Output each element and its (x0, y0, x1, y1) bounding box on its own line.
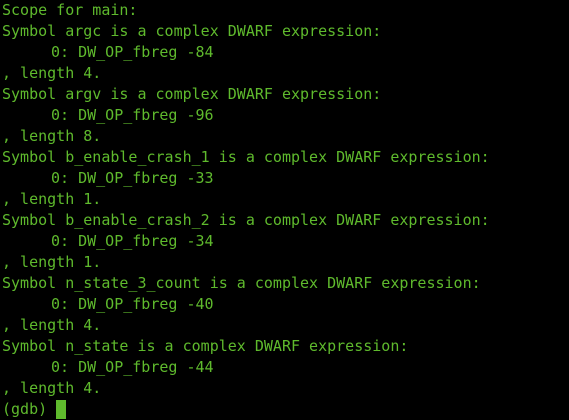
output-line: 0: DW_OP_fbreg -84 (51, 43, 214, 61)
output-line: Symbol n_state_3_count is a complex DWAR… (2, 274, 481, 292)
terminal-window[interactable]: Scope for main: Symbol argc is a complex… (0, 0, 569, 419)
output-line: 0: DW_OP_fbreg -96 (51, 106, 214, 124)
output-line: Symbol argc is a complex DWARF expressio… (2, 22, 382, 40)
output-line: Symbol b_enable_crash_1 is a complex DWA… (2, 148, 490, 166)
output-line: , length 4. (2, 64, 102, 82)
output-line: Symbol b_enable_crash_2 is a complex DWA… (2, 211, 490, 229)
output-line: Scope for main: (2, 1, 138, 19)
output-line: , length 8. (2, 127, 102, 145)
output-line: 0: DW_OP_fbreg -34 (51, 232, 214, 250)
output-line: , length 4. (2, 379, 102, 397)
output-line: 0: DW_OP_fbreg -40 (51, 295, 214, 313)
output-line: , length 1. (2, 190, 102, 208)
output-line: Symbol argv is a complex DWARF expressio… (2, 85, 382, 103)
output-line: 0: DW_OP_fbreg -33 (51, 169, 214, 187)
output-line: , length 4. (2, 316, 102, 334)
output-line: 0: DW_OP_fbreg -44 (51, 358, 214, 376)
text-cursor (56, 400, 67, 419)
output-line: Symbol n_state is a complex DWARF expres… (2, 337, 409, 355)
output-line: , length 1. (2, 253, 102, 271)
